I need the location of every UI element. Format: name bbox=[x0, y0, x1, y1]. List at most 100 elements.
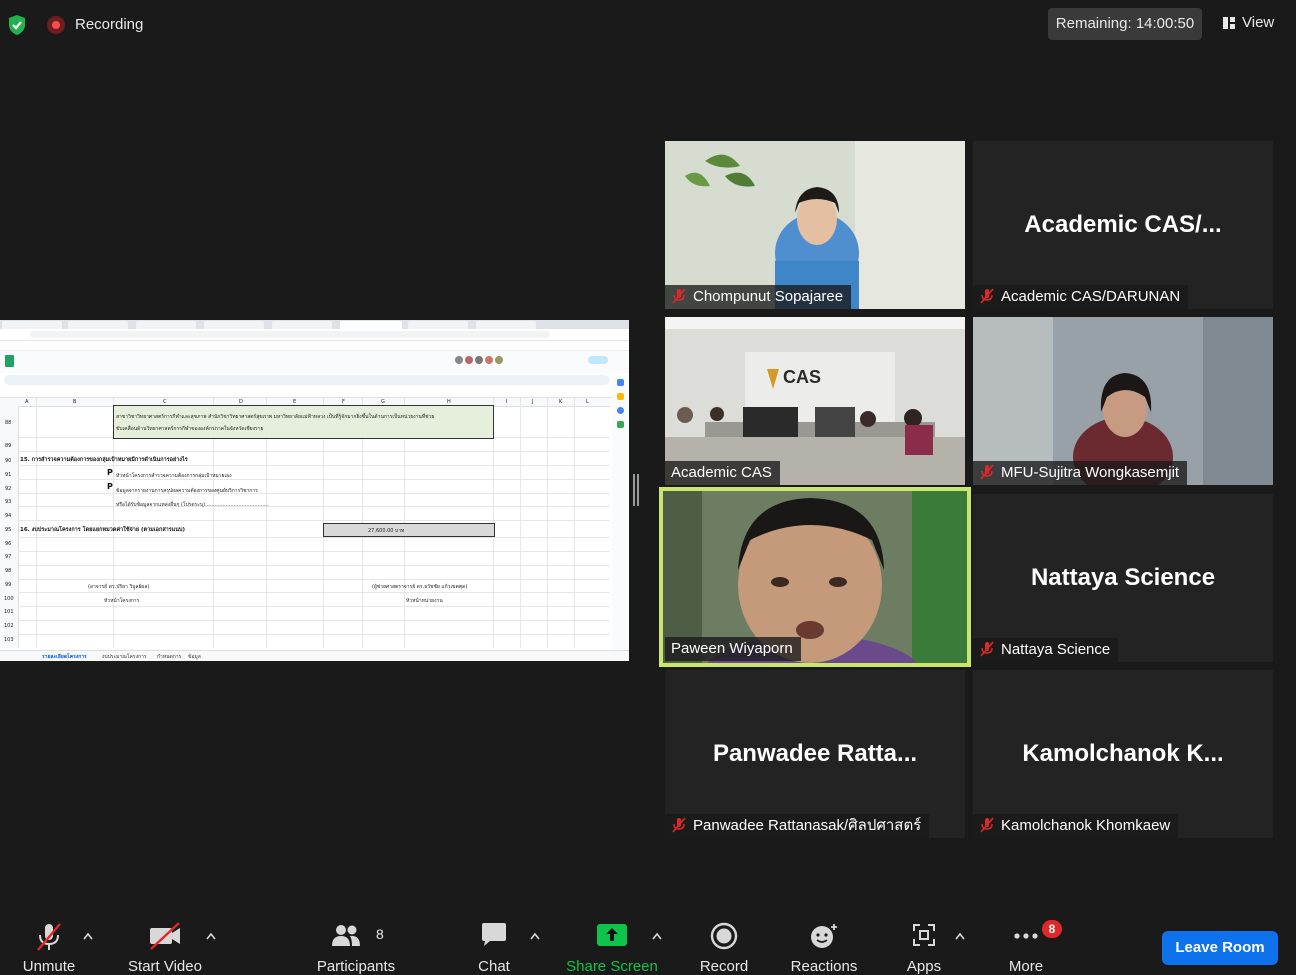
muted-mic-icon bbox=[980, 641, 994, 657]
participant-video bbox=[665, 141, 965, 309]
participants-icon bbox=[332, 925, 360, 946]
section-15-heading: 15. การสำรวจความต้องการของกลุ่มเป้าหมายม… bbox=[20, 457, 188, 463]
muted-mic-icon bbox=[980, 464, 994, 480]
view-label: View bbox=[1242, 14, 1275, 31]
reactions-smiley-icon bbox=[811, 924, 837, 948]
chevron-up-icon[interactable] bbox=[83, 932, 93, 940]
more-notification-badge: 8 bbox=[1042, 920, 1062, 938]
sheet-tab-4[interactable]: ข้อมูล bbox=[188, 653, 201, 661]
muted-microphone-icon bbox=[37, 923, 61, 951]
participants-count: 8 bbox=[376, 926, 384, 942]
share-screen-button[interactable]: Share Screen bbox=[562, 910, 662, 975]
participant-name: Chompunut Sopajaree bbox=[693, 288, 844, 305]
option-line-c: หรือได้รับข้อมูลจากแหล่งอื่นๆ (โปรดระบุ)… bbox=[116, 502, 269, 508]
video-tile-paween-active-speaker[interactable]: Paween Wiyaporn bbox=[659, 487, 971, 667]
participant-name-tag: Paween Wiyaporn bbox=[665, 637, 801, 661]
shared-screen[interactable]: A B C D E F G H I J K L 88 89 90 91 92 9… bbox=[0, 320, 629, 661]
box-line-2: ขับเคลื่อนด้านวิทยาศาสตร์การกีฬาขององค์ก… bbox=[116, 426, 264, 432]
video-tile-mfu-sujitra[interactable]: MFU-Sujitra Wongkasemjit bbox=[973, 317, 1273, 485]
reactions-button[interactable]: Reactions bbox=[784, 910, 864, 975]
participant-video: CAS bbox=[665, 317, 965, 485]
participant-name-tag: Academic CAS bbox=[665, 461, 780, 485]
panel-resize-handle[interactable] bbox=[633, 474, 639, 506]
signature-right: (ผู้ช่วยศาสตราจารย์ ดร.ธวัชชัย แก้วเขตตุ… bbox=[372, 584, 468, 590]
muted-mic-icon bbox=[672, 817, 686, 833]
col-b: B bbox=[73, 399, 77, 405]
row-number: 96 bbox=[5, 541, 12, 547]
col-k: K bbox=[559, 399, 563, 405]
more-dots-icon bbox=[1014, 933, 1038, 939]
record-label: Record bbox=[699, 958, 749, 975]
muted-mic-icon bbox=[672, 288, 686, 304]
browser-bookmarks-bar bbox=[0, 341, 629, 351]
participant-name: Panwadee Rattanasak/ศิลปศาสตร์ bbox=[693, 817, 922, 834]
budget-cell[interactable]: 27,600.00 บาท bbox=[323, 523, 495, 537]
row-number: 90 bbox=[5, 458, 12, 464]
recording-dot-icon[interactable] bbox=[47, 16, 65, 34]
browser-tab-strip bbox=[0, 320, 629, 329]
record-icon bbox=[710, 922, 738, 950]
video-tile-chompunut[interactable]: Chompunut Sopajaree bbox=[665, 141, 965, 309]
chevron-up-icon[interactable] bbox=[206, 932, 216, 940]
chevron-up-icon[interactable] bbox=[652, 932, 662, 940]
row-number: 94 bbox=[5, 513, 12, 519]
participant-name-tag: Kamolchanok Khomkaew bbox=[973, 814, 1179, 838]
browser-url-bar bbox=[0, 329, 629, 341]
chat-label: Chat bbox=[478, 958, 510, 975]
row-number: 97 bbox=[5, 554, 12, 560]
start-video-button[interactable]: Start Video bbox=[120, 910, 210, 975]
chevron-up-icon[interactable] bbox=[530, 932, 540, 940]
security-shield-icon[interactable] bbox=[7, 14, 27, 36]
view-button[interactable]: View bbox=[1212, 8, 1284, 38]
video-tile-panwadee[interactable]: Panwadee Ratta... Panwadee Rattanasak/ศิ… bbox=[665, 670, 965, 838]
sheet-side-panel bbox=[612, 375, 629, 650]
participant-name-tag: Nattaya Science bbox=[973, 638, 1119, 662]
video-tile-academic-cas-darunan[interactable]: Academic CAS/... Academic CAS/DARUNAN bbox=[973, 141, 1273, 309]
muted-mic-icon bbox=[980, 817, 994, 833]
checkbox-p-1: P bbox=[107, 468, 113, 477]
option-line-a: หัวหน้าโครงการสำรวจความต้องการกลุ่มเป้าห… bbox=[116, 473, 232, 479]
chat-button[interactable]: Chat bbox=[464, 910, 524, 975]
video-tile-nattaya-science[interactable]: Nattaya Science Nattaya Science bbox=[973, 494, 1273, 662]
participant-name: Kamolchanok Khomkaew bbox=[1001, 817, 1171, 834]
view-grid-icon bbox=[1223, 17, 1235, 29]
unmute-label: Unmute bbox=[22, 958, 76, 975]
sheet-tab-1[interactable]: รายละเอียดโครงการ bbox=[42, 653, 87, 661]
video-tile-kamolchanok[interactable]: Kamolchanok K... Kamolchanok Khomkaew bbox=[973, 670, 1273, 838]
video-off-icon bbox=[150, 922, 180, 950]
participant-name-tag: Panwadee Rattanasak/ศิลปศาสตร์ bbox=[665, 814, 930, 838]
chat-bubble-icon bbox=[482, 923, 506, 946]
sheet-tab-2[interactable]: งบประมาณโครงการ bbox=[102, 653, 147, 661]
participants-button[interactable]: Participants bbox=[310, 910, 402, 975]
sheet-tabs-bar: รายละเอียดโครงการ งบประมาณโครงการ กำหนดก… bbox=[0, 650, 629, 661]
row-number: 100 bbox=[4, 596, 14, 602]
col-i: I bbox=[506, 399, 508, 405]
record-button[interactable]: Record bbox=[694, 910, 754, 975]
apps-icon bbox=[913, 924, 935, 946]
unmute-button[interactable]: Unmute bbox=[14, 910, 84, 975]
participant-name: Academic CAS bbox=[671, 464, 772, 481]
formula-bar bbox=[0, 388, 629, 398]
start-video-label: Start Video bbox=[128, 958, 202, 975]
row-number: 92 bbox=[5, 486, 12, 492]
participant-video bbox=[973, 317, 1273, 485]
top-bar: Recording Remaining: 14:00:50 View bbox=[0, 0, 1296, 50]
sheet-tab-3[interactable]: กำหนดการ bbox=[157, 653, 181, 661]
recording-label[interactable]: Recording bbox=[75, 16, 143, 33]
participant-name-tag: Chompunut Sopajaree bbox=[665, 285, 852, 309]
video-tile-academic-cas[interactable]: CAS Academic CAS bbox=[665, 317, 965, 485]
remaining-time: Remaining: 14:00:50 bbox=[1048, 8, 1202, 40]
col-j: J bbox=[532, 399, 534, 405]
participant-name: MFU-Sujitra Wongkasemjit bbox=[1001, 464, 1180, 481]
chevron-up-icon[interactable] bbox=[955, 932, 965, 940]
checkbox-p-2: P bbox=[107, 482, 113, 491]
reactions-label: Reactions bbox=[790, 958, 858, 975]
row-number: 98 bbox=[5, 568, 12, 574]
row-number: 103 bbox=[4, 637, 14, 643]
leave-room-button[interactable]: Leave Room bbox=[1162, 931, 1278, 965]
highlighted-cell-box[interactable]: สาขาวิชาวิทยาศาสตร์การกีฬาและสุขภาพ สำนั… bbox=[113, 405, 494, 439]
apps-button[interactable]: Apps bbox=[894, 910, 954, 975]
row-number: 95 bbox=[5, 527, 12, 533]
row-number: 93 bbox=[5, 499, 12, 505]
row-number: 99 bbox=[5, 582, 12, 588]
